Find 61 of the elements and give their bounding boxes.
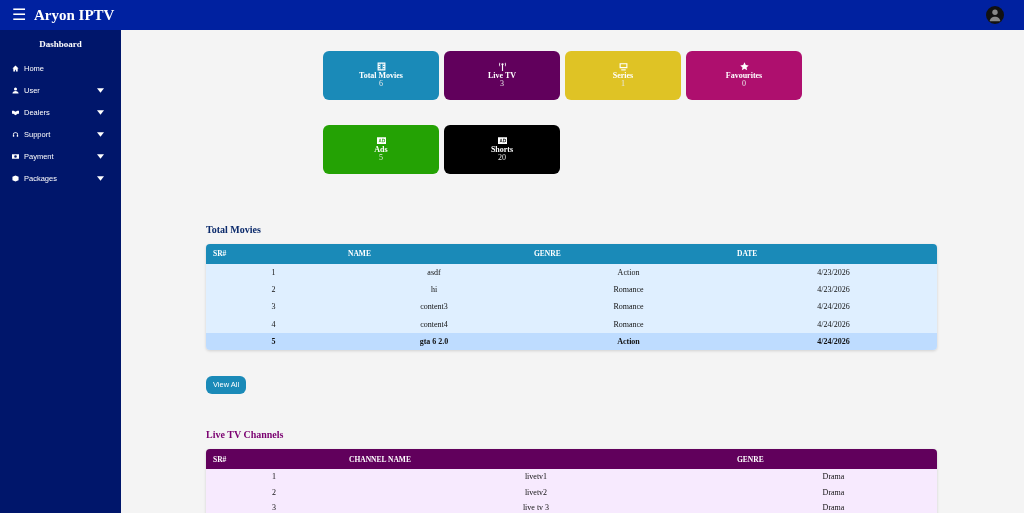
table-cell-text: gta 6 2.0	[418, 337, 450, 346]
table-cell-text: asdf	[426, 268, 442, 277]
table-cell-text: content4	[419, 320, 449, 329]
menu-icon[interactable]: ☰	[12, 7, 26, 23]
table-cell-text: Drama	[821, 504, 846, 513]
caret-icon	[97, 152, 104, 160]
caret-icon	[97, 108, 104, 116]
table-cell-text: livetv2	[523, 488, 549, 497]
film-icon	[376, 61, 386, 71]
table-cell-text: Romance	[612, 320, 645, 329]
table-cell-text: Drama	[821, 488, 846, 497]
user-icon	[12, 87, 19, 94]
caret-icon	[97, 174, 104, 182]
table-cell-text: Action	[616, 337, 641, 346]
table-cell-text: content3	[419, 303, 449, 312]
caret-icon	[97, 86, 104, 94]
app-title: Aryon IPTV	[34, 5, 115, 25]
section-title: Live TV Channels	[206, 428, 285, 443]
stat-card[interactable]: Live TV 3	[444, 51, 560, 100]
table-cell-text: Drama	[821, 473, 846, 482]
table-cell-text: 1	[270, 268, 277, 277]
table-row[interactable]: 2 hi Romance 4/23/2026	[206, 281, 937, 299]
table-cell-text: 2	[270, 285, 277, 294]
headset-icon	[12, 131, 19, 138]
sidebar-title: Dashboard	[38, 38, 83, 51]
table-row[interactable]: 3 live tv 3 Drama	[206, 500, 937, 513]
table-cell-text: 4/23/2026	[816, 285, 851, 294]
table-cell-text: 2	[271, 488, 277, 497]
avatar-icon[interactable]	[986, 6, 1004, 24]
table-cell-text: Romance	[612, 285, 645, 294]
table-cell-text: 1	[271, 473, 277, 482]
antenna-icon	[497, 61, 507, 71]
home-icon	[12, 65, 19, 72]
stat-card[interactable]: Favourites 0	[686, 51, 802, 100]
stat-card[interactable]: Total Movies 6	[323, 51, 439, 100]
ad-icon	[497, 135, 507, 145]
table-row[interactable]: 1 livetv1 Drama	[206, 469, 937, 485]
table-cell-text: 4/24/2026	[816, 303, 851, 312]
table-cell-text: 4/24/2026	[816, 337, 851, 346]
table-cell-text: Action	[616, 268, 641, 277]
table-cell-text: 3	[270, 303, 277, 312]
box-icon	[12, 175, 19, 182]
table-row[interactable]: 1 asdf Action 4/23/2026	[206, 264, 937, 282]
star-icon	[739, 61, 749, 71]
table-cell-text: 4/23/2026	[816, 268, 851, 277]
stat-card[interactable]: Shorts 20	[444, 125, 560, 174]
table-cell-text: hi	[429, 285, 439, 294]
table-cell-text: Romance	[612, 303, 645, 312]
table-cell-text: live tv 3	[521, 504, 551, 513]
money-icon	[12, 153, 19, 160]
table-cell-text: 3	[271, 504, 277, 513]
table-cell-text: 5	[270, 337, 277, 346]
table-cell-text: 4	[270, 320, 277, 329]
table-cell-text: 4/24/2026	[816, 320, 851, 329]
ad-icon	[376, 135, 386, 145]
table-cell-text: livetv1	[523, 473, 549, 482]
handshake-icon	[12, 109, 19, 116]
table-row[interactable]: 5 gta 6 2.0 Action 4/24/2026	[206, 333, 937, 351]
tv-icon	[618, 61, 628, 71]
section-title: Total Movies	[206, 223, 262, 237]
caret-icon	[97, 130, 104, 138]
